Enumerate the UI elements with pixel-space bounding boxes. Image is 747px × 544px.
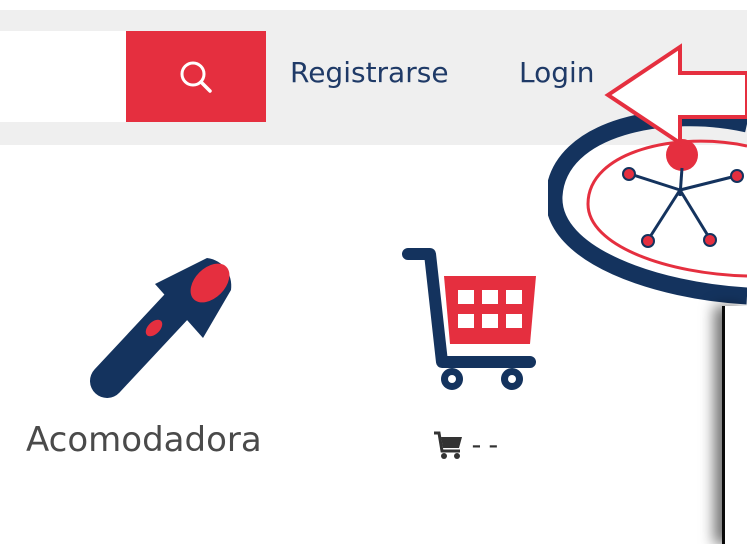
search-icon bbox=[180, 61, 212, 93]
login-link[interactable]: Login bbox=[519, 56, 595, 89]
popup-panel-edge bbox=[722, 306, 747, 544]
cart-count: -- bbox=[468, 428, 502, 461]
tile-label-acomodadora: Acomodadora bbox=[26, 420, 262, 460]
cart-label: -- bbox=[432, 428, 502, 461]
left-arrow-icon bbox=[604, 43, 747, 147]
flashlight-icon bbox=[90, 258, 232, 398]
search-button[interactable] bbox=[126, 31, 266, 122]
shopping-cart-icon bbox=[402, 248, 536, 390]
search-input[interactable] bbox=[0, 31, 126, 122]
register-link[interactable]: Registrarse bbox=[290, 56, 449, 89]
small-cart-icon bbox=[434, 431, 462, 459]
